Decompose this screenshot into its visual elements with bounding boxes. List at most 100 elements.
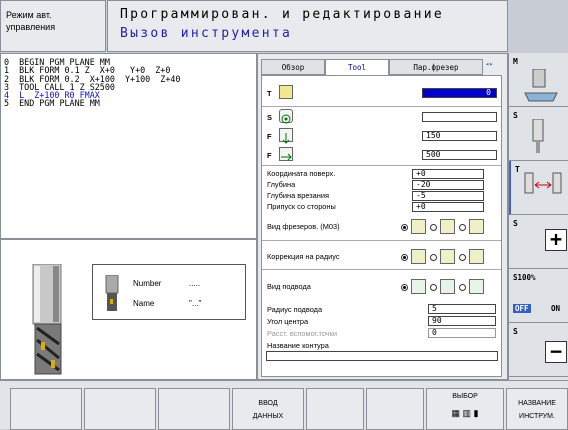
radius-comp-left-icon[interactable] <box>411 249 426 264</box>
s-field[interactable] <box>422 112 497 122</box>
f-milling-field[interactable]: 500 <box>422 150 497 160</box>
softkey-s-label: S <box>513 111 518 120</box>
name-value: "..." <box>189 299 202 308</box>
softkey-empty-3[interactable] <box>158 388 230 430</box>
plunge-label: Глубина врезания <box>267 191 329 200</box>
softkey-name-line-1: НАЗВАНИЕ <box>518 400 556 407</box>
aux-dist-field[interactable]: 0 <box>428 328 496 338</box>
feed-milling-icon[interactable] <box>279 147 293 161</box>
depth-field[interactable]: -20 <box>412 180 484 190</box>
radius-comp-radio-3[interactable] <box>459 254 466 261</box>
radius-comp-radio-2[interactable] <box>430 254 437 261</box>
f-plunge-field[interactable]: 150 <box>422 131 497 141</box>
select-icons: ▦ ▥ ▮ <box>451 408 479 418</box>
feed-down-arrow-icon <box>282 133 290 144</box>
milling-mode-label: Вид фрезеров. (M03) <box>267 222 340 231</box>
feed-plunge-icon[interactable] <box>279 128 293 144</box>
tab-overview[interactable]: Обзор <box>261 59 325 75</box>
softkey-empty-2[interactable] <box>84 388 156 430</box>
approach-radio-2[interactable] <box>430 284 437 291</box>
softkey-s2-label: S <box>513 219 518 228</box>
softkey-t-label: T <box>515 165 520 174</box>
tool-length-icon <box>524 172 562 194</box>
radius-comp-right-icon[interactable] <box>440 249 455 264</box>
tool-table-icon[interactable] <box>279 85 293 99</box>
minus-icon: − <box>545 341 567 363</box>
mode-line-2: управления <box>6 22 56 32</box>
mode-line-1: Режим авт. <box>6 10 52 20</box>
softkey-s100[interactable]: S100% OFF ON <box>509 269 568 323</box>
spindle-glyph-icon <box>281 114 291 124</box>
divider <box>262 106 501 107</box>
approach-radius-field[interactable]: 5 <box>428 304 496 314</box>
milling-radio-2[interactable] <box>430 224 437 231</box>
header: Программирован. и редактирование Вызов и… <box>107 0 508 52</box>
conventional-milling-icon[interactable] <box>440 219 455 234</box>
contour-name-label: Название контура <box>267 341 329 350</box>
contour-name-field[interactable] <box>266 351 498 361</box>
operating-mode-panel: Режим авт. управления <box>0 0 106 52</box>
tab-scroll-arrows-icon[interactable]: ◂▸ <box>485 60 493 68</box>
softkey-m[interactable]: M <box>509 53 568 107</box>
softkey-input-line-2: ДАННЫХ <box>252 413 284 420</box>
cycle-form: Обзор Tool Пар.фрезер ◂▸ T 0 S F 150 F 5… <box>257 53 508 380</box>
softkey-row: ВВОД ДАННЫХ ВЫБОР ▦ ▥ ▮ НАЗВАНИЕ ИНСТРУМ. <box>0 380 568 430</box>
plunge-field[interactable]: -5 <box>412 191 484 201</box>
depth-label: Глубина <box>267 180 296 189</box>
climb-milling-icon[interactable] <box>411 219 426 234</box>
coord-field[interactable]: +0 <box>412 169 484 179</box>
allowance-field[interactable]: +0 <box>412 202 484 212</box>
softkey-t[interactable]: T <box>509 161 568 215</box>
program-editor[interactable]: 0 BEGIN PGM PLANE MM 1 BLK FORM 0.1 Z X+0… <box>0 53 257 239</box>
softkey-select-label: ВЫБОР <box>452 393 478 400</box>
end-mill-tool-icon <box>32 264 62 375</box>
softkey-empty-5[interactable] <box>366 388 424 430</box>
softkey-s-minus[interactable]: S − <box>509 323 568 377</box>
name-label: Name <box>133 299 155 308</box>
softkey-select[interactable]: ВЫБОР ▦ ▥ ▮ <box>426 388 504 430</box>
center-angle-field[interactable]: 90 <box>428 316 496 326</box>
approach-arc-icon[interactable] <box>411 279 426 294</box>
radius-comp-radio-1[interactable] <box>401 254 408 261</box>
tab-tool[interactable]: Tool <box>325 59 389 75</box>
milling-radio-1[interactable] <box>401 224 408 231</box>
divider <box>262 165 501 166</box>
tool-small-icon <box>105 275 119 311</box>
approach-radio-1[interactable] <box>401 284 408 291</box>
t-label: T <box>267 89 272 98</box>
aux-dist-label: Расст. вспомог.точки <box>267 329 338 338</box>
t-field[interactable]: 0 <box>422 88 497 98</box>
f-label-2: F <box>267 151 272 160</box>
center-angle-label: Угол центра <box>267 317 309 326</box>
s-label: S <box>267 113 272 122</box>
number-label: Number <box>133 279 162 288</box>
softkey-s-plus[interactable]: S + <box>509 215 568 269</box>
softkey-s[interactable]: S <box>509 107 568 161</box>
approach-tangent-icon[interactable] <box>440 279 455 294</box>
milling-option-icon[interactable] <box>469 219 484 234</box>
f-label-1: F <box>267 132 272 141</box>
machine-icon <box>524 69 558 102</box>
approach-radio-3[interactable] <box>459 284 466 291</box>
page-subtitle: Вызов инструмента <box>120 26 293 41</box>
radius-comp-none-icon[interactable] <box>469 249 484 264</box>
feed-right-arrow-icon <box>281 153 292 161</box>
softkey-empty-4[interactable] <box>306 388 364 430</box>
milling-radio-3[interactable] <box>459 224 466 231</box>
number-value: ..... <box>189 279 201 288</box>
softkey-tool-name[interactable]: НАЗВАНИЕ ИНСТРУМ. <box>506 388 568 430</box>
vertical-softkey-bar: M S T S + S100% OFF ON S − <box>508 53 568 380</box>
approach-radius-label: Радиус подвода <box>267 305 323 314</box>
program-line[interactable]: 5 END PGM PLANE MM <box>4 99 253 108</box>
page-title: Программирован. и редактирование <box>120 7 445 22</box>
on-toggle[interactable]: ON <box>551 304 560 313</box>
softkey-input-data[interactable]: ВВОД ДАННЫХ <box>232 388 304 430</box>
tab-milling-params[interactable]: Пар.фрезер <box>389 59 483 75</box>
off-toggle[interactable]: OFF <box>513 304 531 313</box>
form-panel: T 0 S F 150 F 500 Координата поверх. +0 … <box>261 75 502 377</box>
approach-line-icon[interactable] <box>469 279 484 294</box>
coord-label: Координата поверх. <box>267 169 336 178</box>
spindle-icon[interactable] <box>279 109 293 124</box>
softkey-empty-1[interactable] <box>10 388 82 430</box>
radius-comp-label: Коррекция на радиус <box>267 252 340 261</box>
